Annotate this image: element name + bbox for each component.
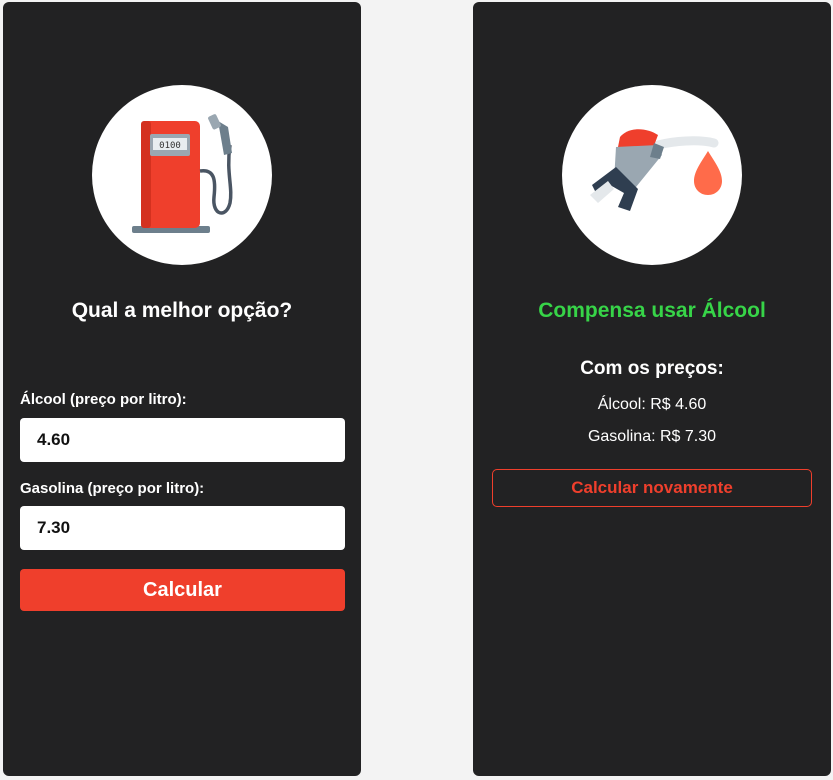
gasoline-price-input[interactable]: [20, 506, 345, 550]
svg-text:0100: 0100: [159, 141, 181, 151]
prices-heading: Com os preços:: [580, 358, 724, 379]
gasoline-price-label: Gasolina (preço por litro):: [20, 480, 205, 497]
fuel-nozzle-icon: [590, 129, 722, 211]
gas-pump-icon: 0100: [132, 114, 233, 233]
gas-pump-badge: 0100: [92, 85, 272, 265]
result-title: Compensa usar Álcool: [538, 299, 766, 322]
alcohol-price-input[interactable]: [20, 418, 345, 462]
form-screen: 0100 Qual a melhor opção? Álcool (preço …: [3, 2, 361, 776]
result-screen: Compensa usar Álcool Com os preços: Álco…: [473, 2, 831, 776]
calculate-button[interactable]: Calcular: [20, 569, 345, 611]
recalculate-button[interactable]: Calcular novamente: [492, 469, 812, 507]
gasoline-price-text: Gasolina: R$ 7.30: [587, 428, 717, 445]
alcohol-price-text: Álcool: R$ 4.60: [597, 396, 707, 413]
page-title: Qual a melhor opção?: [71, 299, 293, 322]
alcohol-price-label: Álcool (preço por litro):: [20, 391, 187, 408]
fuel-nozzle-badge: [562, 85, 742, 265]
